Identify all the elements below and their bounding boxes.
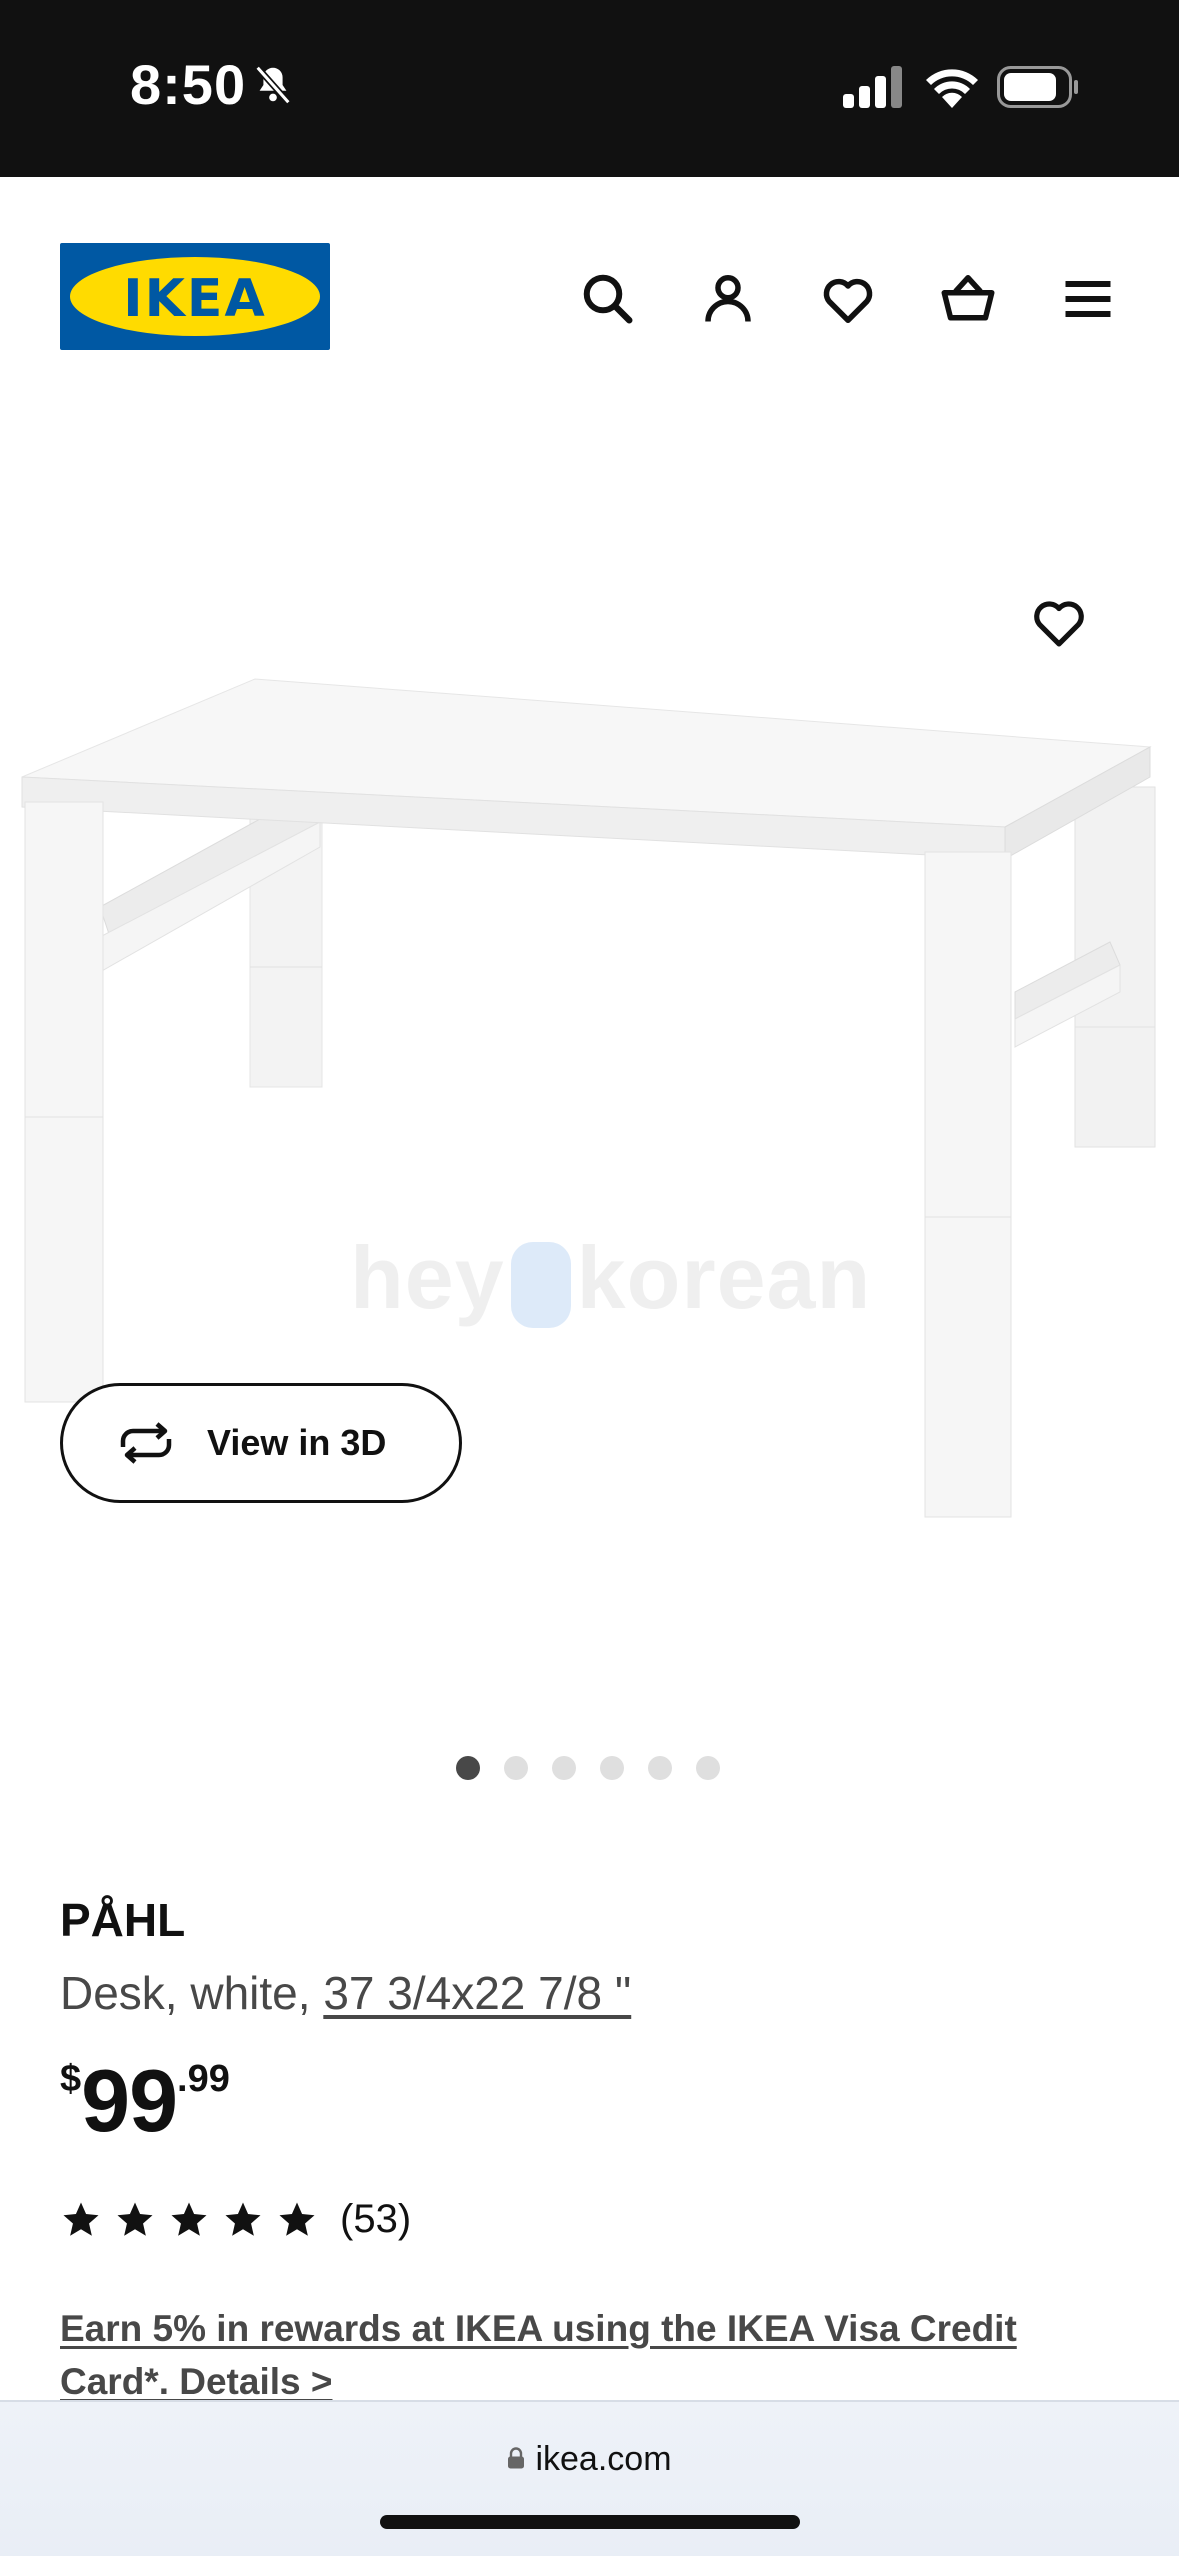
view-in-3d-label: View in 3D bbox=[207, 1422, 387, 1463]
lock-icon bbox=[508, 2447, 525, 2469]
url-text: ikea.com bbox=[535, 2440, 672, 2478]
pagination-dot[interactable] bbox=[456, 1756, 480, 1780]
heart-icon[interactable] bbox=[818, 269, 878, 329]
ikea-logo[interactable]: IKEA bbox=[60, 243, 330, 350]
bell-slash-icon bbox=[255, 65, 291, 105]
product-name: PÅHL bbox=[60, 1894, 186, 1946]
status-time: 8:50 bbox=[130, 53, 247, 116]
review-count[interactable]: (53) bbox=[340, 2197, 411, 2242]
status-bar: 8:50 bbox=[0, 0, 1179, 177]
star-icon bbox=[279, 2202, 315, 2236]
home-indicator[interactable] bbox=[380, 2515, 800, 2529]
price-currency: $ bbox=[60, 2058, 82, 2100]
battery-icon bbox=[997, 66, 1078, 108]
account-icon[interactable] bbox=[698, 269, 758, 329]
url-display[interactable]: ikea.com bbox=[0, 2440, 1179, 2479]
visa-rewards-link[interactable]: Earn 5% in rewards at IKEA using the IKE… bbox=[60, 2302, 1060, 2408]
star-icon bbox=[63, 2202, 99, 2236]
product-size-link[interactable]: 37 3/4x22 7/8 " bbox=[323, 1967, 631, 2019]
price-decimal: .99 bbox=[177, 2058, 230, 2100]
watermark: hey korean bbox=[350, 1228, 872, 1328]
product-description: Desk, white, 37 3/4x22 7/8 " bbox=[60, 1966, 631, 2020]
browser-url-bar[interactable]: ikea.com bbox=[0, 2400, 1179, 2556]
star-icon bbox=[117, 2202, 153, 2236]
rotate-3d-icon bbox=[120, 1422, 172, 1464]
price-integer: 99 bbox=[81, 2051, 178, 2150]
pagination-dot[interactable] bbox=[600, 1756, 624, 1780]
cart-icon[interactable] bbox=[938, 269, 998, 329]
view-in-3d-button[interactable]: View in 3D bbox=[60, 1383, 462, 1503]
star-icon bbox=[171, 2202, 207, 2236]
pagination-dot[interactable] bbox=[648, 1756, 672, 1780]
product-rating[interactable]: (53) bbox=[60, 2197, 411, 2242]
signal-icon bbox=[843, 66, 902, 108]
star-icon bbox=[225, 2202, 261, 2236]
search-icon[interactable] bbox=[578, 269, 638, 329]
site-header: IKEA bbox=[0, 177, 1179, 417]
pagination-dot[interactable] bbox=[696, 1756, 720, 1780]
wifi-icon bbox=[926, 69, 978, 108]
product-price: $99.99 bbox=[60, 2050, 230, 2152]
pagination-dot[interactable] bbox=[552, 1756, 576, 1780]
menu-icon[interactable] bbox=[1058, 269, 1118, 329]
product-type: Desk, white, bbox=[60, 1967, 324, 2019]
favorite-heart-icon[interactable] bbox=[1028, 591, 1090, 653]
logo-text: IKEA bbox=[123, 269, 267, 329]
product-gallery[interactable]: hey korean View in 3D bbox=[0, 417, 1179, 1797]
gallery-pagination bbox=[456, 1756, 720, 1780]
pagination-dot[interactable] bbox=[504, 1756, 528, 1780]
